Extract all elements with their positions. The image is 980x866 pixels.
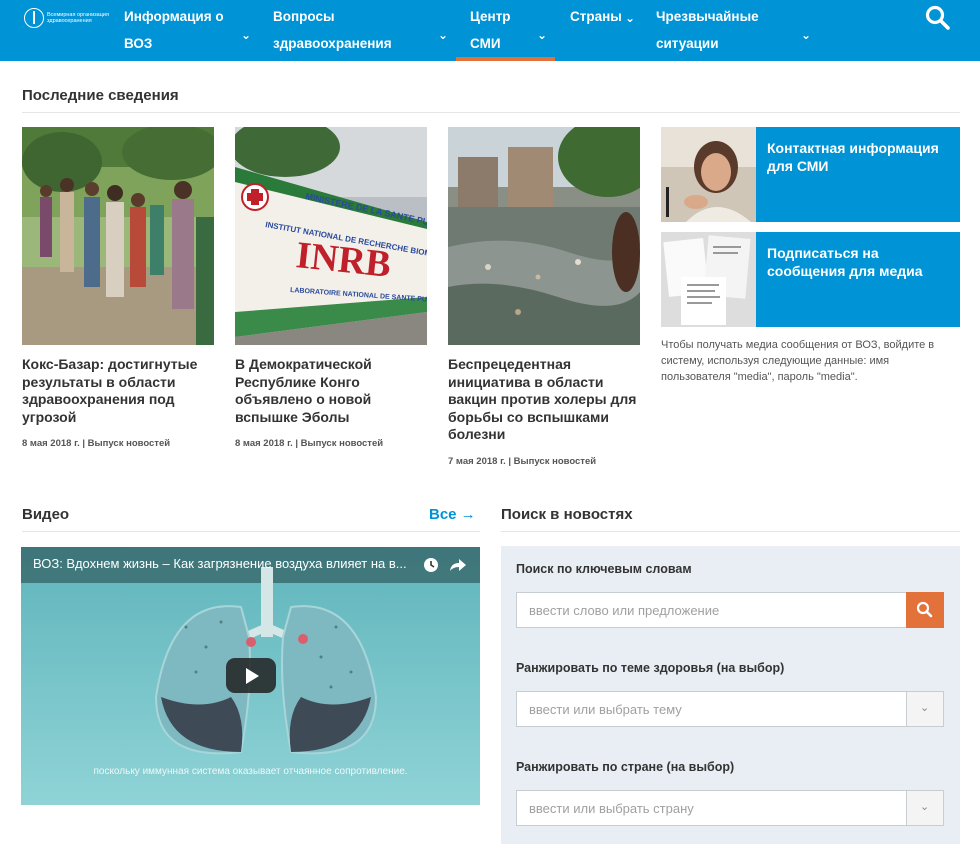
- who-emblem-icon: [24, 8, 44, 28]
- latest-news-heading: Последние сведения: [22, 87, 179, 104]
- nav-item-health-topics[interactable]: Вопросы здравоохранения ⌄: [273, 0, 453, 61]
- country-filter-label: Ранжировать по стране (на выбор): [516, 760, 735, 774]
- news-meta: 8 мая 2018 г. | Выпуск новостей: [22, 438, 171, 449]
- top-navigation-bar: Всемирная организация здравоохранения Ин…: [0, 0, 980, 61]
- keyword-search-input[interactable]: [517, 593, 907, 627]
- news-meta: 7 мая 2018 г. | Выпуск новостей: [448, 456, 597, 467]
- news-image-coxs-bazar[interactable]: [22, 127, 214, 345]
- country-dropdown-toggle[interactable]: ⌄: [906, 791, 943, 825]
- who-logo[interactable]: Всемирная организация здравоохранения: [24, 8, 109, 28]
- nav-item-media-centre[interactable]: Центр СМИ ⌄: [470, 0, 552, 61]
- topic-filter-select[interactable]: ⌄: [516, 691, 944, 727]
- video-player[interactable]: ВОЗ: Вдохнем жизнь – Как загрязнение воз…: [21, 547, 480, 805]
- chevron-down-icon: ⌄: [625, 11, 636, 25]
- news-headline[interactable]: Беспрецедентная инициатива в области вак…: [448, 356, 640, 444]
- topic-filter-label: Ранжировать по теме здоровья (на выбор): [516, 661, 785, 675]
- news-headline[interactable]: Кокс-Базар: достигнутые результаты в обл…: [22, 356, 214, 426]
- chevron-down-icon: ⌄: [801, 28, 812, 42]
- news-headline[interactable]: В Демократической Республике Конго объяв…: [235, 356, 427, 426]
- media-contacts-tile[interactable]: Контактная информация для СМИ: [661, 127, 960, 222]
- topic-dropdown-toggle[interactable]: ⌄: [906, 692, 943, 726]
- chevron-down-icon: ⌄: [920, 801, 930, 813]
- active-nav-indicator: [456, 57, 555, 61]
- divider: [22, 531, 480, 532]
- all-videos-link[interactable]: Все →: [429, 506, 476, 523]
- country-filter-input[interactable]: [517, 791, 907, 825]
- news-image-cholera-flood[interactable]: [448, 127, 640, 345]
- divider: [22, 112, 960, 113]
- logo-text: Всемирная организация здравоохранения: [47, 11, 109, 25]
- chevron-down-icon: ⌄: [537, 28, 548, 42]
- subscribe-media-tile[interactable]: Подписаться на сообщения для медиа: [661, 232, 960, 327]
- nav-item-label: Информация о ВОЗ: [124, 9, 224, 51]
- video-heading: Видео: [22, 506, 70, 523]
- topic-filter-input[interactable]: [517, 692, 907, 726]
- media-contacts-image: [661, 127, 756, 222]
- video-subtitle: поскольку иммунная система оказывает отч…: [93, 766, 408, 777]
- news-search-heading: Поиск в новостях: [501, 506, 633, 523]
- keyword-search-field: [516, 592, 944, 628]
- nav-item-label: Чрезвычайные ситуации: [656, 9, 759, 51]
- watch-later-icon[interactable]: [423, 557, 439, 573]
- divider: [501, 531, 960, 532]
- media-contacts-label: Контактная информация для СМИ: [767, 140, 939, 174]
- media-login-note: Чтобы получать медиа сообщения от ВОЗ, в…: [661, 339, 935, 383]
- chevron-down-icon: ⌄: [920, 702, 930, 714]
- play-button[interactable]: [226, 658, 276, 693]
- news-image-inrb[interactable]: MINISTERE DE LA SANTE PUBLIQUE INSTITUT …: [235, 127, 427, 345]
- chevron-down-icon: ⌄: [438, 28, 449, 42]
- country-filter-select[interactable]: ⌄: [516, 790, 944, 826]
- chevron-down-icon: ⌄: [241, 28, 252, 42]
- news-meta: 8 мая 2018 г. | Выпуск новостей: [235, 438, 384, 449]
- search-icon[interactable]: [924, 4, 952, 32]
- video-title[interactable]: ВОЗ: Вдохнем жизнь – Как загрязнение воз…: [33, 556, 418, 571]
- search-icon: [916, 601, 933, 618]
- nav-item-label: Вопросы здравоохранения: [273, 9, 392, 51]
- keyword-search-label: Поиск по ключевым словам: [516, 562, 692, 576]
- nav-item-about-who[interactable]: Информация о ВОЗ ⌄: [124, 0, 254, 61]
- keyword-search-button[interactable]: [906, 592, 944, 628]
- share-icon[interactable]: [449, 557, 467, 573]
- nav-item-label: Центр СМИ: [470, 9, 511, 51]
- subscribe-media-image: [661, 232, 756, 327]
- nav-item-countries[interactable]: Страны ⌄: [570, 0, 640, 61]
- nav-item-emergencies[interactable]: Чрезвычайные ситуации ⌄: [656, 0, 816, 61]
- subscribe-media-label: Подписаться на сообщения для медиа: [767, 245, 923, 279]
